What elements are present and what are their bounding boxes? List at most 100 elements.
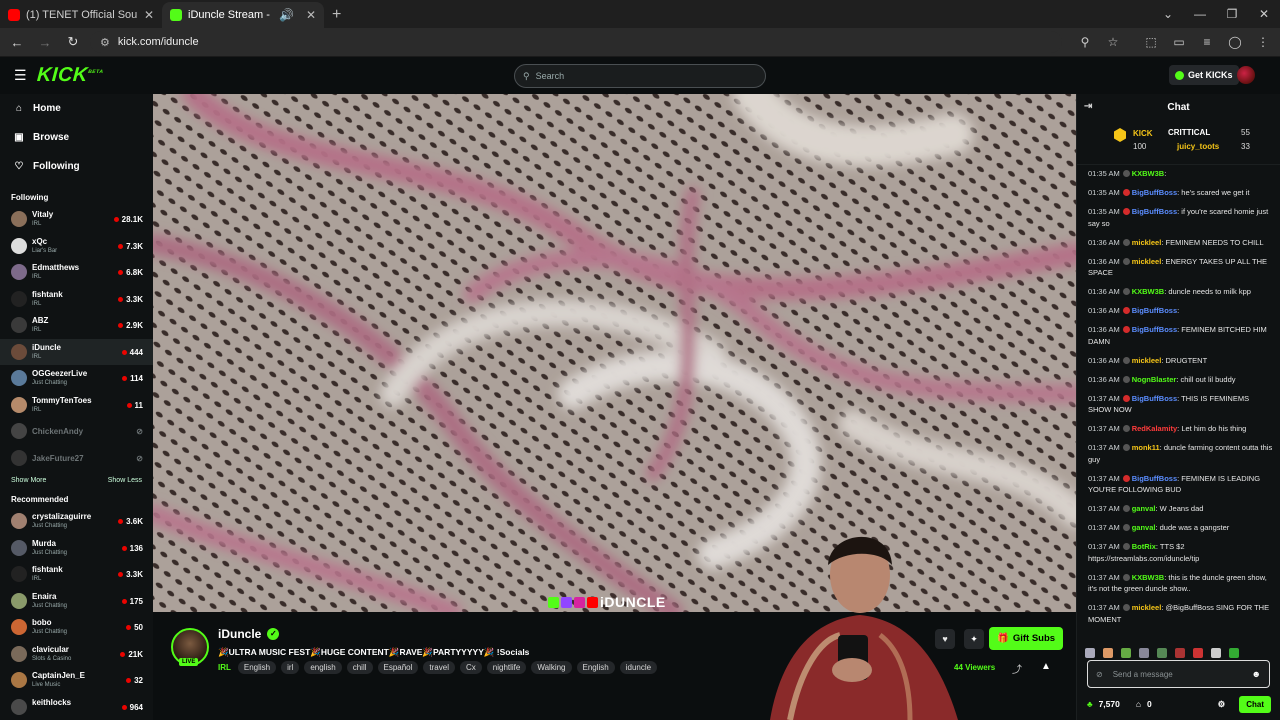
sidebar-nav-following[interactable]: ♡ Following: [0, 152, 153, 181]
message-username[interactable]: NognBlaster: [1132, 375, 1177, 384]
message-username[interactable]: BigBuffBoss: [1132, 325, 1177, 334]
message-username[interactable]: ganval: [1132, 504, 1156, 513]
share-icon[interactable]: ⤴: [1012, 661, 1022, 676]
hamburger-menu-icon[interactable]: ☰: [14, 67, 34, 84]
sidebar-channel-chickenandy[interactable]: ChickenAndy ⊘: [0, 418, 153, 445]
search-input[interactable]: ⚲ Search: [514, 64, 766, 88]
cast-icon[interactable]: ▭: [1168, 31, 1190, 53]
sidebar-channel-vitaly[interactable]: Vitaly IRL 28.1K: [0, 206, 153, 233]
message-username[interactable]: KXBW3B: [1132, 169, 1165, 178]
sidebar-channel-enaira[interactable]: Enaira Just Chatting 175: [0, 588, 153, 615]
sidebar-nav-browse[interactable]: ▣ Browse: [0, 123, 153, 152]
message-username[interactable]: BotRix: [1132, 542, 1156, 551]
chat-settings-small-icon[interactable]: ⊘: [1096, 670, 1103, 679]
chat-message-input[interactable]: ⊘ Send a message ☻: [1087, 660, 1270, 688]
sidebar-channel-iduncle[interactable]: iDuncle IRL 444: [0, 338, 153, 365]
user-avatar[interactable]: [1237, 66, 1255, 84]
stream-tag[interactable]: English: [576, 661, 615, 674]
emote-icon[interactable]: [1193, 648, 1203, 658]
message-username[interactable]: BigBuffBoss: [1132, 394, 1177, 403]
emote-icon[interactable]: [1229, 648, 1239, 658]
chat-settings-icon[interactable]: ⚙: [1218, 699, 1226, 710]
zoom-icon[interactable]: ⚲: [1074, 31, 1096, 53]
follow-heart-icon[interactable]: ♥: [935, 629, 955, 649]
message-username[interactable]: KXBW3B: [1132, 287, 1165, 296]
stream-tag[interactable]: English: [237, 661, 277, 674]
leader-1-name[interactable]: KICK: [1133, 129, 1153, 138]
message-username[interactable]: ganval: [1132, 523, 1156, 532]
new-tab-button[interactable]: +: [332, 6, 341, 24]
stream-tag[interactable]: nightlife: [486, 661, 527, 674]
show-more-button[interactable]: Show More: [11, 477, 46, 484]
video-player[interactable]: [153, 94, 1076, 612]
minimize-button[interactable]: —: [1184, 7, 1216, 21]
emoji-icon[interactable]: ☻: [1252, 669, 1261, 679]
sidebar-nav-home[interactable]: ⌂ Home: [0, 94, 153, 123]
message-username[interactable]: BigBuffBoss: [1132, 474, 1177, 483]
leader-3-name[interactable]: juicy_toots: [1177, 142, 1219, 151]
stream-tag[interactable]: english: [304, 661, 342, 674]
stream-category[interactable]: IRL: [218, 663, 231, 672]
site-info-icon[interactable]: ⚙: [100, 36, 110, 49]
emote-icon[interactable]: [1103, 648, 1113, 658]
kick-logo[interactable]: KICKBETA: [36, 64, 104, 87]
browser-tab-youtube[interactable]: (1) TENET Official Soundtrack | ✕: [0, 2, 162, 28]
sidebar-channel-captainjen_e[interactable]: CaptainJen_E Live Music 32: [0, 667, 153, 694]
close-tab-icon[interactable]: ✕: [306, 8, 316, 22]
message-username[interactable]: BigBuffBoss: [1132, 306, 1177, 315]
message-username[interactable]: mickleel: [1132, 238, 1162, 247]
sidebar-channel-abz[interactable]: ABZ IRL 2.9K: [0, 312, 153, 339]
sidebar-channel-edmatthews[interactable]: Edmatthews IRL 6.8K: [0, 259, 153, 286]
stream-tag[interactable]: chill: [346, 661, 373, 674]
emote-icon[interactable]: [1121, 648, 1131, 658]
address-bar[interactable]: ⚙ kick.com/iduncle: [90, 31, 1062, 53]
message-username[interactable]: monk11: [1132, 443, 1160, 452]
sidebar-channel-crystalizaguirre[interactable]: crystalizaguirre Just Chatting 3.6K: [0, 508, 153, 535]
forward-button[interactable]: →: [34, 31, 56, 53]
sidebar-channel-fishtank[interactable]: fishtank IRL 3.3K: [0, 286, 153, 313]
stream-tag[interactable]: Walking: [531, 661, 572, 674]
sidebar-channel-murda[interactable]: Murda Just Chatting 136: [0, 535, 153, 562]
sidebar-channel-jakefuture27[interactable]: JakeFuture27 ⊘: [0, 445, 153, 472]
extensions-icon[interactable]: ⬚: [1140, 31, 1162, 53]
stream-tag[interactable]: iduncle: [619, 661, 658, 674]
sidebar-channel-fishtank[interactable]: fishtank IRL 3.3K: [0, 561, 153, 588]
sidebar-channel-clavicular[interactable]: clavicular Slots & Casino 21K: [0, 641, 153, 668]
sidebar-channel-keithlocks[interactable]: keithlocks 964: [0, 694, 153, 720]
message-username[interactable]: BigBuffBoss: [1132, 188, 1177, 197]
emote-icon[interactable]: [1139, 648, 1149, 658]
tab-search-icon[interactable]: ⌄: [1152, 7, 1184, 21]
message-username[interactable]: RedKalamity: [1132, 424, 1177, 433]
message-username[interactable]: mickleel: [1132, 603, 1162, 612]
bookmark-star-icon[interactable]: ☆: [1102, 31, 1124, 53]
reload-button[interactable]: ↻: [62, 31, 84, 53]
sidebar-channel-tommytentoes[interactable]: TommyTenToes IRL 11: [0, 392, 153, 419]
streamer-name[interactable]: iDuncle ✓: [218, 627, 280, 641]
collapse-chat-icon[interactable]: ⇥: [1084, 101, 1092, 112]
get-kicks-button[interactable]: Get KICKs: [1169, 65, 1239, 85]
show-less-button[interactable]: Show Less: [108, 477, 142, 484]
zap-icon[interactable]: ✦: [964, 629, 984, 649]
sidebar-channel-bobo[interactable]: bobo Just Chatting 50: [0, 614, 153, 641]
chat-send-button[interactable]: Chat: [1239, 695, 1271, 713]
emote-icon[interactable]: [1175, 648, 1185, 658]
media-icon[interactable]: ≡: [1196, 31, 1218, 53]
gift-subs-button[interactable]: 🎁 Gift Subs: [989, 627, 1064, 650]
leader-2-name[interactable]: CRITTICAL: [1168, 128, 1210, 137]
close-tab-icon[interactable]: ✕: [144, 8, 154, 22]
speaker-icon[interactable]: 🔊: [279, 8, 294, 22]
stream-tag[interactable]: irl: [281, 661, 300, 674]
report-icon[interactable]: ▲: [1041, 661, 1051, 672]
profile-icon[interactable]: ◯: [1224, 31, 1246, 53]
browser-tab-kick[interactable]: iDuncle Stream - Watch Liv 🔊 ✕: [162, 2, 324, 28]
message-username[interactable]: KXBW3B: [1132, 573, 1165, 582]
back-button[interactable]: ←: [6, 31, 28, 53]
stream-tag[interactable]: travel: [423, 661, 455, 674]
emote-icon[interactable]: [1211, 648, 1221, 658]
stream-tag[interactable]: Cx: [459, 661, 482, 674]
message-username[interactable]: BigBuffBoss: [1132, 207, 1177, 216]
menu-icon[interactable]: ⋮: [1252, 31, 1274, 53]
sidebar-channel-oggeezerlive[interactable]: OGGeezerLive Just Chatting 114: [0, 365, 153, 392]
emote-icon[interactable]: [1085, 648, 1095, 658]
emote-icon[interactable]: [1157, 648, 1167, 658]
